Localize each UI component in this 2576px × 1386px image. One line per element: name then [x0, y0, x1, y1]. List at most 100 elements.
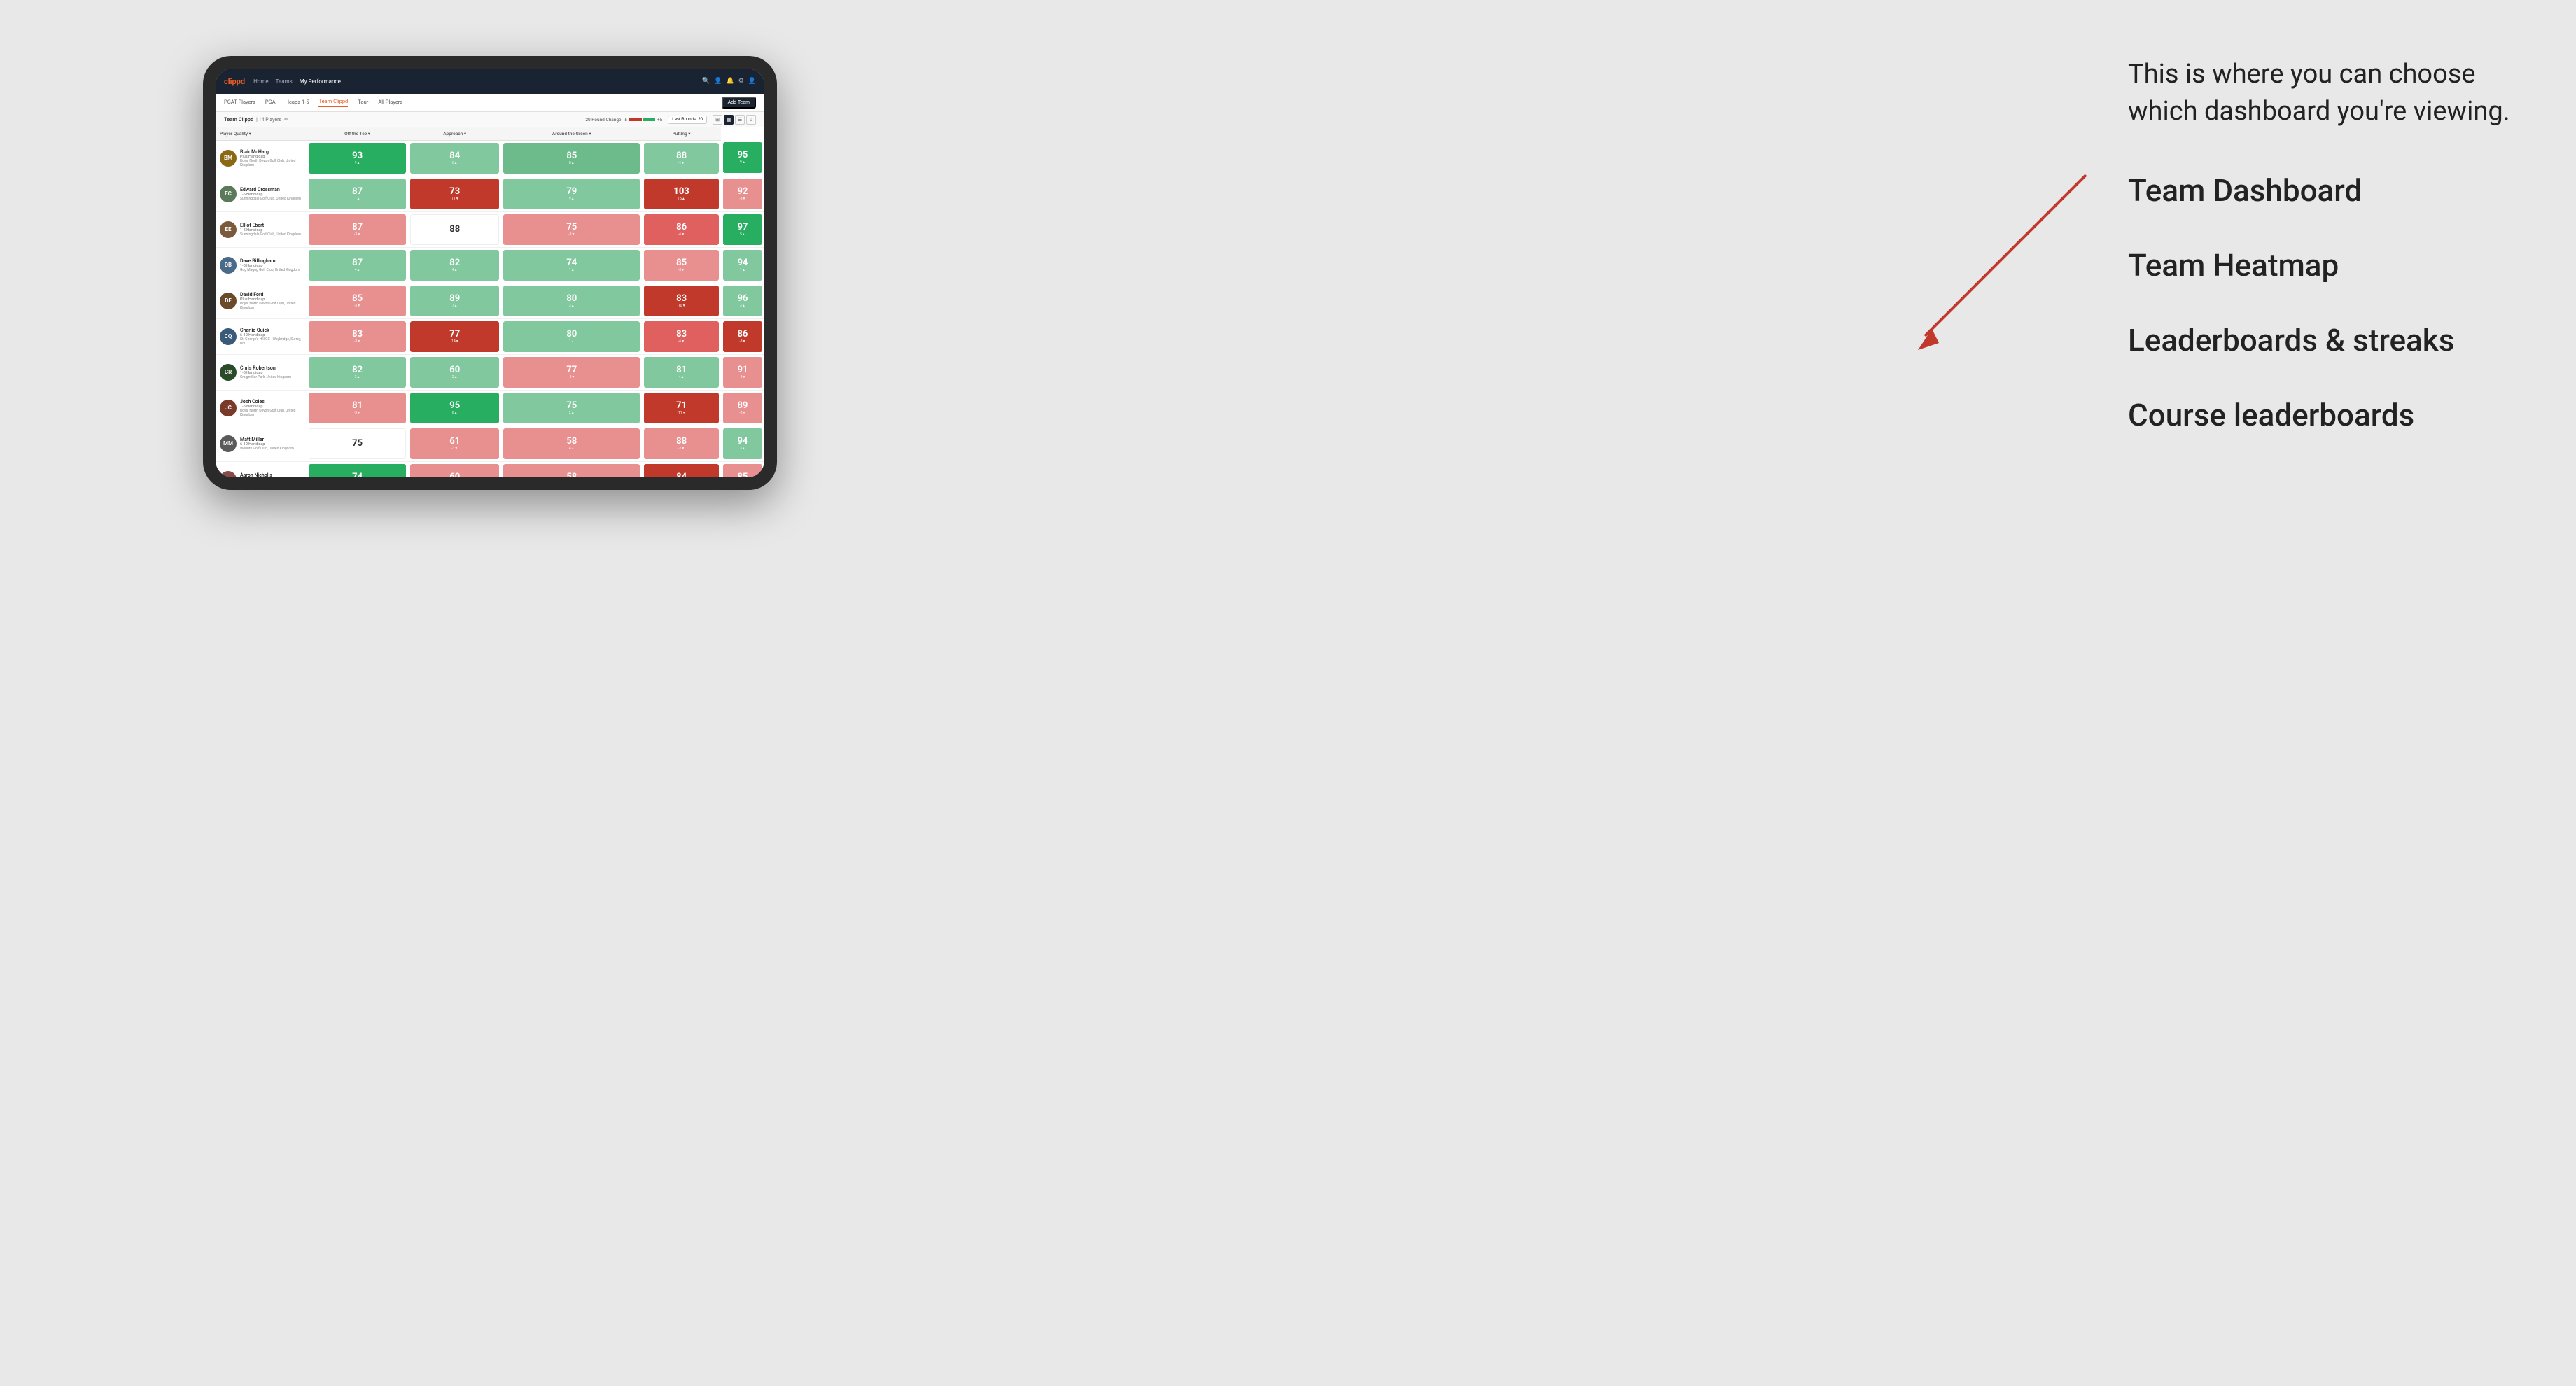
grid-view-icon[interactable]: ⊞ — [713, 115, 722, 125]
metric-cell-0: 81 -3▼ — [307, 390, 408, 426]
metric-cell-1: 60 2▲ — [408, 354, 501, 390]
table-row[interactable]: AN Aaron Nicholls 11-15 Handicap Drift G… — [216, 461, 764, 477]
metric-box: 60 -1▼ — [410, 464, 499, 478]
metric-cell-0: 75 — [307, 426, 408, 461]
player-club: Craigmillar Park, United Kingdom — [240, 375, 291, 379]
metric-value: 103 — [673, 187, 689, 196]
metric-change: -3▼ — [354, 340, 360, 344]
metric-value: 84 — [676, 472, 687, 478]
metric-value: 58 — [566, 472, 577, 478]
metric-box: 88 -1▼ — [644, 143, 719, 174]
metric-cell-0: 74 8▲ — [307, 461, 408, 477]
metric-change: -3▼ — [451, 447, 458, 451]
metric-cell-1: 84 6▲ — [408, 140, 501, 176]
table-row[interactable]: CQ Charlie Quick 6-10 Handicap St. Georg… — [216, 318, 764, 354]
settings-icon[interactable]: ⚙ — [738, 78, 744, 85]
col-putting[interactable]: Putting ▾ — [642, 127, 721, 140]
metric-box: 87 4▲ — [309, 250, 406, 281]
nav-my-performance[interactable]: My Performance — [300, 78, 341, 85]
metric-value: 80 — [566, 294, 577, 303]
metric-change: 2▲ — [569, 411, 575, 415]
profile-icon[interactable]: 👤 — [714, 78, 722, 85]
metric-cell-4: 95 9▲ — [721, 140, 764, 176]
metric-cell-0: 87 -3▼ — [307, 211, 408, 247]
metric-value: 83 — [352, 330, 363, 339]
player-info: Edward Crossman 1-5 Handicap Sunningdale… — [240, 187, 301, 201]
table-row[interactable]: DF David Ford Plus Handicap Royal North … — [216, 283, 764, 318]
player-club: Gog Magog Golf Club, United Kingdom — [240, 268, 300, 272]
subnav-pga[interactable]: PGA — [265, 99, 276, 106]
col-off-tee[interactable]: Off the Tee ▾ — [307, 127, 408, 140]
metric-cell-2: 85 8▲ — [501, 140, 642, 176]
metric-cell-1: 77 -14▼ — [408, 318, 501, 354]
player-info: Josh Coles 1-5 Handicap Royal North Devo… — [240, 399, 302, 417]
player-info: Blair McHarg Plus Handicap Royal North D… — [240, 149, 302, 167]
metric-value: 82 — [449, 258, 460, 267]
metric-box: 93 9▲ — [309, 143, 406, 174]
player-name: Chris Robertson — [240, 365, 291, 371]
metric-change: 4▲ — [679, 375, 685, 379]
search-icon[interactable]: 🔍 — [702, 78, 710, 85]
metric-cell-3: 71 -11▼ — [642, 390, 721, 426]
subnav-pgat[interactable]: PGAT Players — [224, 99, 255, 106]
metric-cell-4: 97 5▲ — [721, 211, 764, 247]
col-around-green[interactable]: Around the Green ▾ — [501, 127, 642, 140]
player-club: Royal North Devon Golf Club, United King… — [240, 302, 302, 310]
scale-green — [643, 118, 655, 121]
add-team-button[interactable]: Add Team — [722, 97, 756, 108]
metric-value: 61 — [449, 437, 460, 446]
subnav-tour[interactable]: Tour — [358, 99, 368, 106]
table-row[interactable]: EE Elliot Ebert 1-5 Handicap Sunningdale… — [216, 211, 764, 247]
player-info: Chris Robertson 1-5 Handicap Craigmillar… — [240, 365, 291, 379]
bell-icon[interactable]: 🔔 — [726, 78, 734, 85]
metric-value: 74 — [352, 472, 363, 478]
metric-change: -6▼ — [678, 232, 685, 237]
table-row[interactable]: CR Chris Robertson 1-5 Handicap Craigmil… — [216, 354, 764, 390]
metric-change: 5▲ — [740, 232, 746, 237]
nav-teams[interactable]: Teams — [276, 78, 293, 85]
col-approach[interactable]: Approach ▾ — [408, 127, 501, 140]
player-avatar: BM — [220, 150, 237, 167]
metric-box: 92 -3▼ — [723, 178, 762, 209]
account-icon[interactable]: 👤 — [748, 78, 756, 85]
metric-cell-2: 58 10▲ — [501, 461, 642, 477]
col-player[interactable]: Player Quality ▾ — [216, 127, 307, 140]
export-icon[interactable]: ↓ — [746, 115, 756, 125]
subnav-team-clippd[interactable]: Team Clippd — [318, 98, 348, 107]
metric-value: 75 — [566, 223, 577, 232]
heatmap-view-icon[interactable]: ▦ — [724, 115, 734, 125]
metric-value: 77 — [449, 330, 460, 339]
metric-cell-4: 85 -4▼ — [721, 461, 764, 477]
player-cell: EE Elliot Ebert 1-5 Handicap Sunningdale… — [216, 211, 307, 247]
list-view-icon[interactable]: ☰ — [735, 115, 745, 125]
metric-cell-2: 80 1▲ — [501, 318, 642, 354]
player-name: Aaron Nicholls — [240, 472, 288, 478]
metric-cell-0: 83 -3▼ — [307, 318, 408, 354]
metric-box: 85 -3▼ — [644, 250, 719, 281]
metric-box: 88 — [410, 214, 499, 245]
metric-cell-3: 88 -2▼ — [642, 426, 721, 461]
player-info: Elliot Ebert 1-5 Handicap Sunningdale Go… — [240, 223, 301, 237]
nav-home[interactable]: Home — [253, 78, 269, 85]
metric-box: 103 15▲ — [644, 178, 719, 209]
table-row[interactable]: BM Blair McHarg Plus Handicap Royal Nort… — [216, 140, 764, 176]
table-row[interactable]: JC Josh Coles 1-5 Handicap Royal North D… — [216, 390, 764, 426]
metric-cell-2: 79 9▲ — [501, 176, 642, 211]
table-row[interactable]: DB Dave Billingham 1-5 Handicap Gog Mago… — [216, 247, 764, 283]
option-leaderboards: Leaderboards & streaks — [2128, 322, 2534, 358]
metric-box: 77 -14▼ — [410, 321, 499, 352]
metric-change: -2▼ — [739, 411, 746, 415]
metric-value: 92 — [737, 187, 748, 196]
subnav-all-players[interactable]: All Players — [378, 99, 402, 106]
table-row[interactable]: MM Matt Miller 6-10 Handicap Woburn Golf… — [216, 426, 764, 461]
metric-cell-1: 95 8▲ — [408, 390, 501, 426]
player-info: Charlie Quick 6-10 Handicap St. George's… — [240, 328, 302, 346]
edit-team-icon[interactable]: ✏ — [284, 117, 288, 122]
annotation-intro: This is where you can choose which dashb… — [2128, 56, 2534, 130]
dashboard-options: Team Dashboard Team Heatmap Leaderboards… — [2128, 172, 2534, 433]
table-row[interactable]: EC Edward Crossman 1-5 Handicap Sunningd… — [216, 176, 764, 211]
metric-value: 74 — [566, 258, 577, 267]
metric-value: 96 — [737, 294, 748, 303]
subnav-hcaps[interactable]: Hcaps 1-5 — [286, 99, 309, 106]
last-rounds-button[interactable]: Last Rounds: 20 — [668, 115, 707, 124]
